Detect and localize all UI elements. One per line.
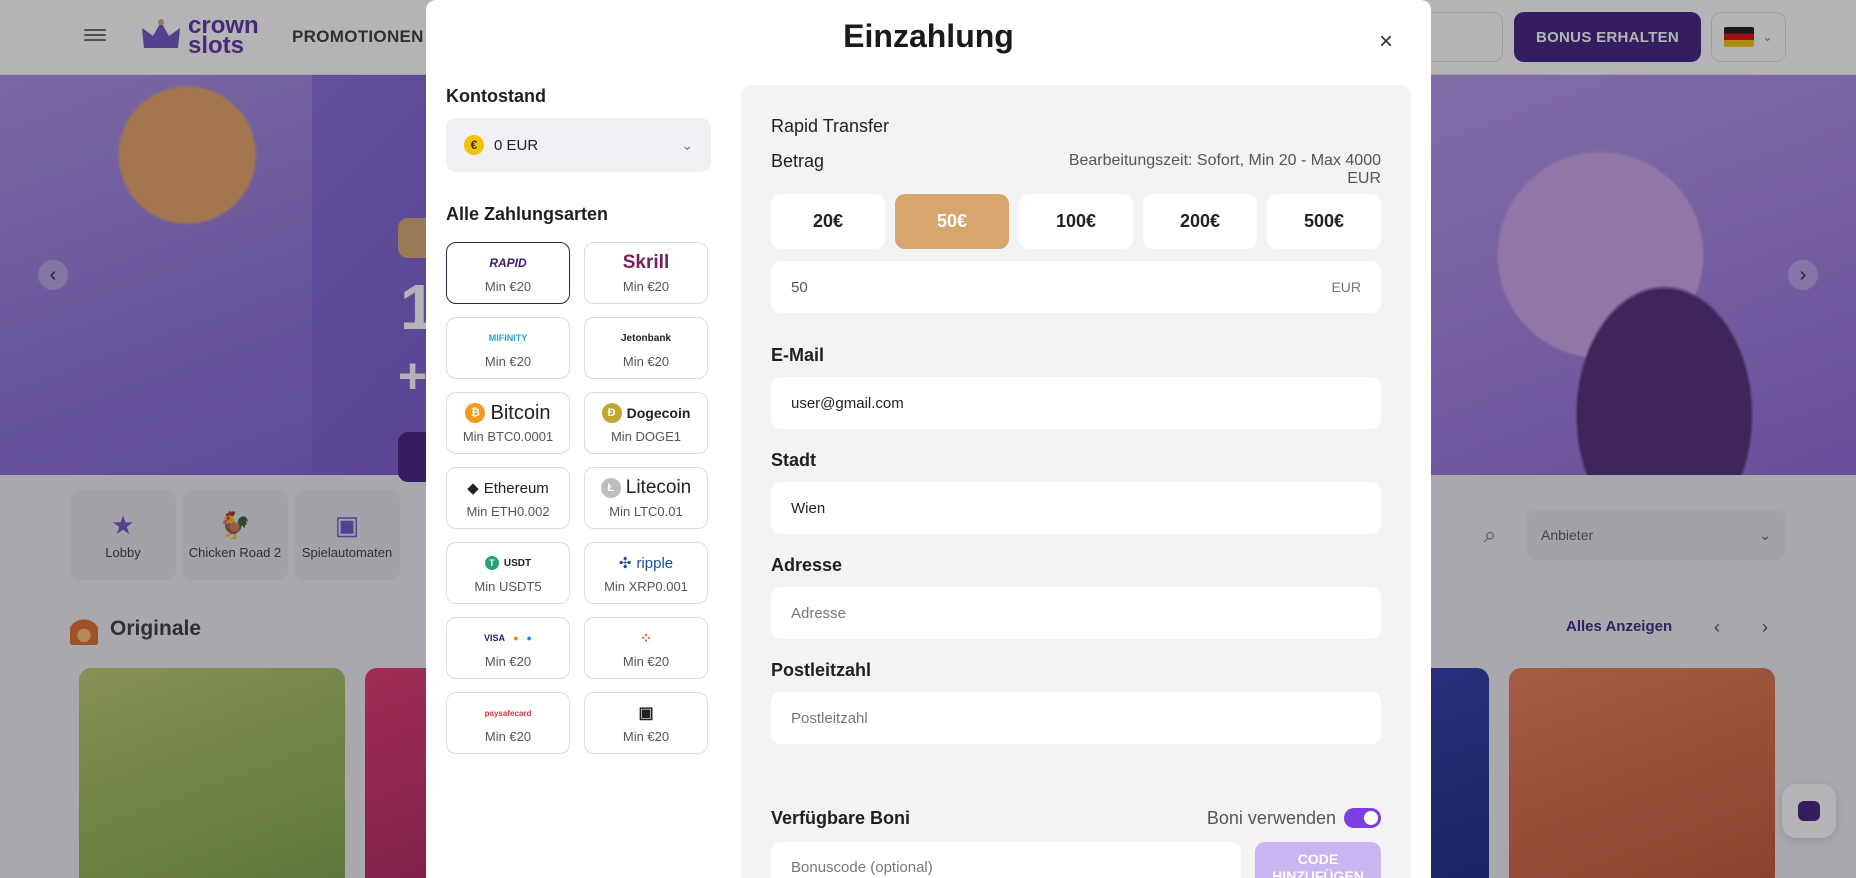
city-field[interactable]: Wien [771,482,1381,534]
add-code-button[interactable]: CODE HINZUFÜGEN [1255,842,1381,878]
address-label: Adresse [771,555,843,575]
use-bonuses-label: Boni verwenden [1206,808,1336,828]
visa-logo-icon: VISA [484,633,506,643]
use-bonuses-toggle[interactable] [1344,808,1381,828]
payment-rapid-transfer[interactable]: RAPID Min €20 [446,242,570,304]
ripple-icon: ✣ [618,555,632,572]
jetonbank-logo-icon: Jetonbank [620,332,671,344]
tether-icon: T [484,556,499,570]
amount-option-100[interactable]: 100€ [1019,194,1133,249]
mifinity-logo-icon: MIFINITY [488,333,528,343]
close-icon[interactable]: × [1374,30,1398,54]
amount-input[interactable]: 50 EUR [771,261,1381,313]
amount-option-500[interactable]: 500€ [1267,194,1381,249]
usdt-logo-text: USDT [503,557,532,569]
payment-ripple[interactable]: ✣ ripple Min XRP0.001 [584,542,708,604]
balance-label: Kontostand [446,86,546,106]
amount-option-200[interactable]: 200€ [1143,194,1257,249]
maestro-icon: ● [526,633,532,643]
payment-bitcoin[interactable]: ₿ Bitcoin Min BTC0.0001 [446,392,570,454]
bitcoin-icon: ₿ [465,403,486,423]
amount-option-50[interactable]: 50€ [895,194,1009,249]
amount-option-20[interactable]: 20€ [771,194,885,249]
payment-paysafecard[interactable]: paysafecard Min €20 [446,692,570,754]
city-label: Stadt [771,450,816,470]
litecoin-icon: Ł [600,478,621,498]
mastercard-icon: ● [513,633,519,643]
bonus-code-input[interactable]: Bonuscode (optional) [771,842,1241,878]
email-label: E-Mail [771,345,825,365]
postal-code-field[interactable]: Postleitzahl [771,692,1381,744]
paysafecard-logo-icon: paysafecard [484,708,532,718]
payment-mifinity[interactable]: MIFINITY Min €20 [446,317,570,379]
bitcoin-logo-text: Bitcoin [490,401,551,424]
method-title: Rapid Transfer [771,116,890,136]
payment-ethereum[interactable]: ◆ Ethereum Min ETH0.002 [446,467,570,529]
ripple-logo-text: ripple [636,554,674,572]
processing-info: Bearbeitungszeit: Sofort, Min 20 - Max 4… [1068,152,1381,187]
chevron-down-icon: ⌄ [681,136,693,153]
ethereum-logo-text: Ethereum [483,479,549,497]
bank-icon: ▣ [638,705,654,722]
deposit-modal: Einzahlung × Kontostand € 0 EUR ⌄ Alle Z… [426,0,1431,878]
payment-other[interactable]: ▣ Min €20 [584,692,708,754]
balance-value: 0 EUR [494,136,539,154]
rapid-transfer-logo-icon: RAPID [489,256,527,270]
dogecoin-logo-text: Dogecoin [626,405,691,421]
email-field[interactable]: user@gmail.com [771,377,1381,429]
litecoin-logo-text: Litecoin [625,477,692,498]
amount-label: Betrag [771,151,825,171]
amount-currency: EUR [1331,279,1361,295]
deposit-form-panel: Rapid Transfer Betrag Bearbeitungszeit: … [741,85,1411,878]
payment-apps[interactable]: ⁘ Min €20 [584,617,708,679]
payment-jetonbank[interactable]: Jetonbank Min €20 [584,317,708,379]
payment-cards[interactable]: VISA ● ● Min €20 [446,617,570,679]
ethereum-icon: ◆ [467,480,479,497]
payment-litecoin[interactable]: Ł Litecoin Min LTC0.01 [584,467,708,529]
payment-usdt[interactable]: T USDT Min USDT5 [446,542,570,604]
euro-coin-icon: € [464,135,484,155]
dogecoin-icon: Ð [601,403,622,423]
payment-dogecoin[interactable]: Ð Dogecoin Min DOGE1 [584,392,708,454]
modal-title: Einzahlung [843,18,1014,54]
balance-select[interactable]: € 0 EUR ⌄ [446,118,711,172]
available-bonuses-label: Verfügbare Boni [771,808,911,828]
skrill-logo-icon: Skrill [622,252,670,273]
payment-methods-label: Alle Zahlungsarten [446,204,609,224]
address-field[interactable]: Adresse [771,587,1381,639]
apps-grid-icon: ⁘ [640,629,652,646]
postal-code-label: Postleitzahl [771,660,872,680]
payment-skrill[interactable]: Skrill Min €20 [584,242,708,304]
